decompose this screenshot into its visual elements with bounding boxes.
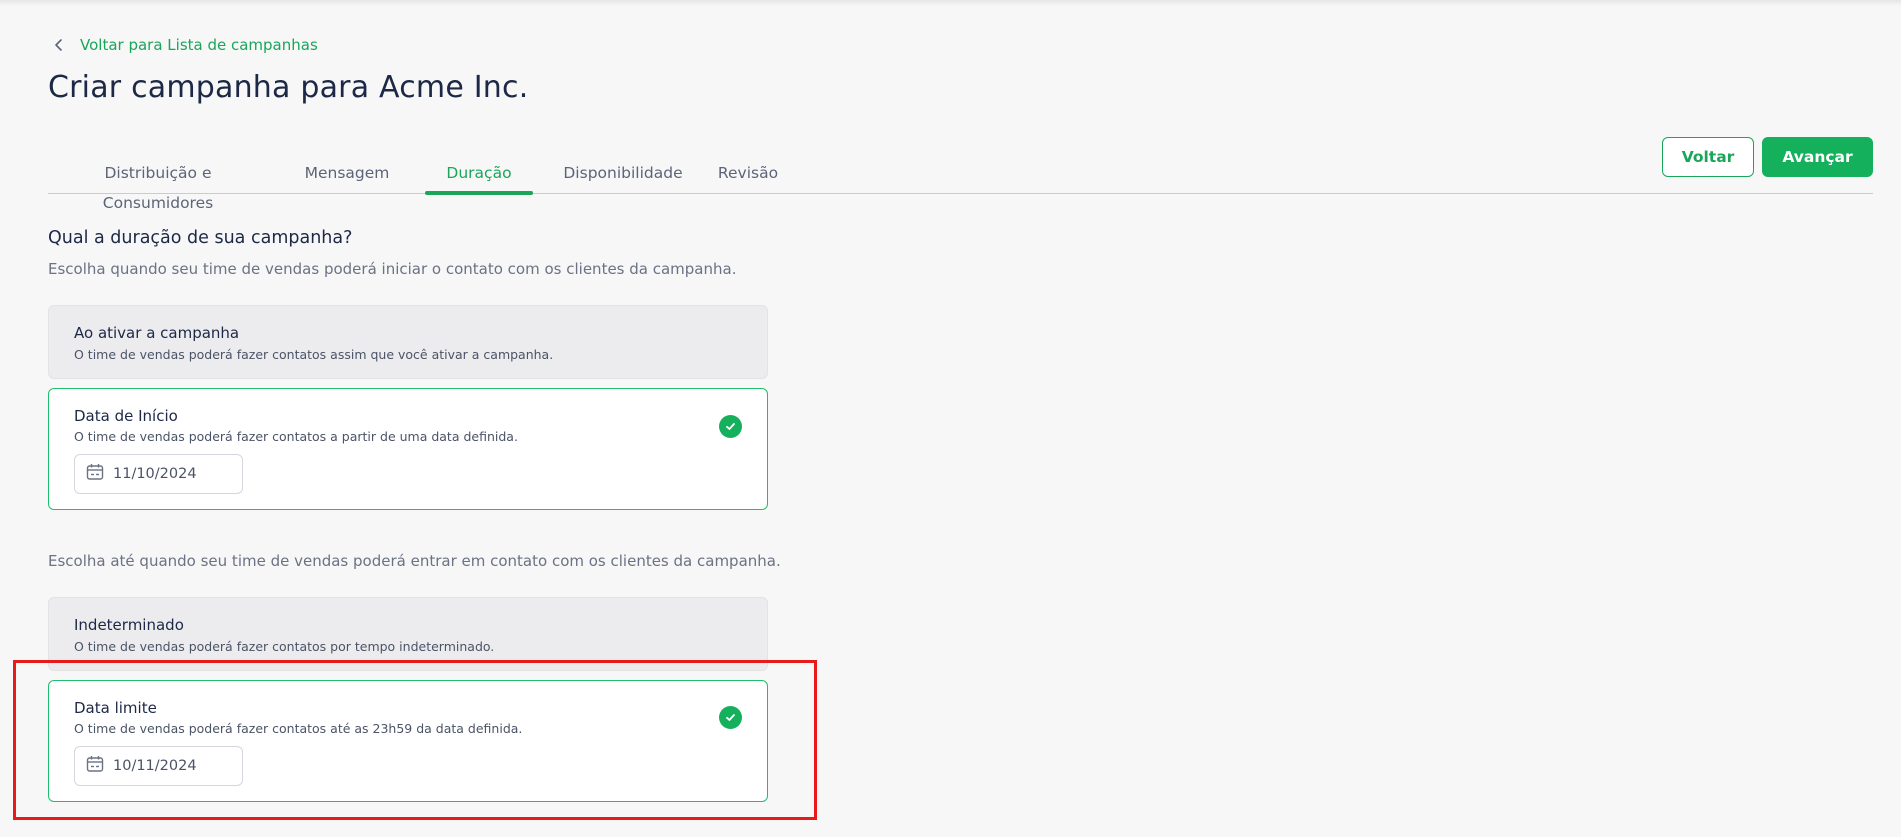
start-date-input[interactable]	[113, 466, 223, 482]
page-title: Criar campanha para Acme Inc.	[48, 70, 529, 105]
start-option-on-activation[interactable]: Ao ativar a campanha O time de vendas po…	[48, 305, 768, 379]
wizard-tabs: Distribuição e Consumidores Mensagem Dur…	[48, 158, 1873, 212]
calendar-icon	[86, 463, 104, 485]
option-title: Data de Início	[74, 407, 178, 425]
end-subtitle: Escolha até quando seu time de vendas po…	[48, 552, 781, 570]
next-button[interactable]: Avançar	[1762, 137, 1873, 177]
start-date-field[interactable]	[74, 454, 243, 494]
check-circle-icon	[719, 415, 742, 438]
option-description: O time de vendas poderá fazer contatos a…	[74, 429, 518, 444]
tab-revisao[interactable]: Revisão	[703, 158, 793, 194]
chevron-left-icon	[52, 38, 66, 52]
option-description: O time de vendas poderá fazer contatos p…	[74, 639, 495, 654]
option-description: O time de vendas poderá fazer contatos a…	[74, 347, 554, 362]
duration-question: Qual a duração de sua campanha?	[48, 228, 353, 248]
back-button[interactable]: Voltar	[1662, 137, 1754, 177]
tab-mensagem[interactable]: Mensagem	[288, 158, 406, 194]
back-link-label: Voltar para Lista de campanhas	[80, 36, 318, 54]
option-title: Ao ativar a campanha	[74, 324, 240, 342]
highlight-box	[13, 660, 817, 820]
option-title: Indeterminado	[74, 616, 184, 634]
tab-duracao[interactable]: Duração	[425, 158, 533, 195]
start-subtitle: Escolha quando seu time de vendas poderá…	[48, 260, 737, 278]
back-to-campaigns-link[interactable]: Voltar para Lista de campanhas	[52, 36, 318, 54]
start-option-start-date[interactable]: Data de Início O time de vendas poderá f…	[48, 388, 768, 510]
tab-disponibilidade[interactable]: Disponibilidade	[548, 158, 698, 194]
top-shadow	[0, 0, 1901, 6]
tab-distribuicao[interactable]: Distribuição e Consumidores	[48, 158, 268, 212]
